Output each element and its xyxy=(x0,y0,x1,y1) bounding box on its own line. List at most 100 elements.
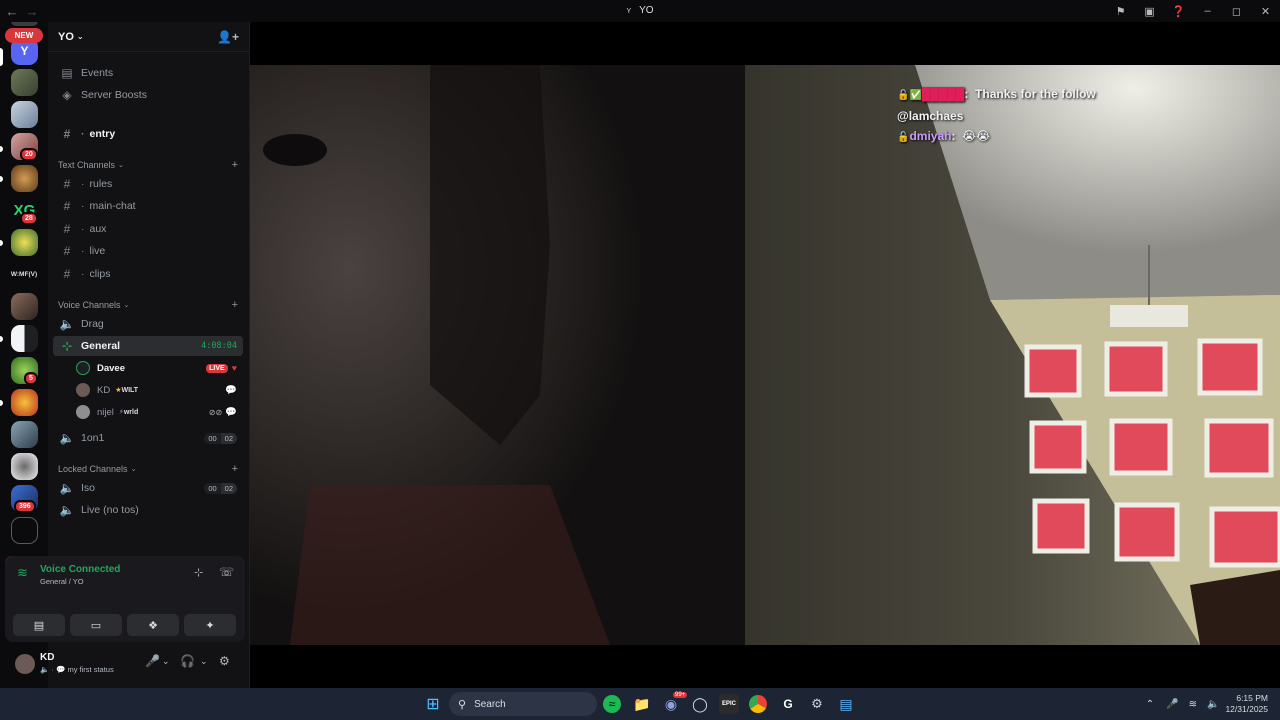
unread-indicator xyxy=(0,400,3,406)
server-icon-7[interactable] xyxy=(11,293,38,320)
channel-entry[interactable]: # · entry xyxy=(53,124,243,144)
disconnect-icon[interactable]: ☏ xyxy=(219,565,234,579)
channel-main-chat[interactable]: # · main-chat xyxy=(53,196,243,216)
noise-suppression-icon[interactable]: ⊹ xyxy=(194,566,203,579)
category-locked-channels[interactable]: Locked Channels ⌄ + xyxy=(58,463,238,475)
muted-icon: ⊘⊘ xyxy=(208,407,223,417)
server-icon-3[interactable] xyxy=(11,101,38,128)
spotify-icon[interactable]: ≈ xyxy=(603,695,621,713)
channel-name: General xyxy=(81,340,121,352)
channel-name: entry xyxy=(89,128,116,140)
server-icon-8[interactable] xyxy=(11,325,38,352)
voice-member-davee[interactable]: Davee LIVE ♥ xyxy=(76,358,243,378)
server-icon-home[interactable] xyxy=(11,22,38,26)
inbox-icon[interactable]: ▣ xyxy=(1135,0,1164,22)
chat-line: @lamchaes xyxy=(897,106,1096,126)
invite-people-icon[interactable]: 👤+ xyxy=(217,30,239,44)
channel-clips[interactable]: # · clips xyxy=(53,264,243,284)
menu-item-events[interactable]: ▤ Events xyxy=(53,63,243,83)
channel-aux[interactable]: # · aux xyxy=(53,219,243,239)
steam-icon[interactable]: ⚙ xyxy=(807,694,827,714)
voice-channel-1on1[interactable]: 🔈 1on1 00 02 xyxy=(53,428,243,448)
camera-toggle-button[interactable]: ▤ xyxy=(13,614,65,636)
add-channel-icon[interactable]: + xyxy=(232,299,238,311)
tray-overflow-chevron-icon[interactable]: ⌃ xyxy=(1146,699,1154,710)
game-launcher-icon[interactable]: ◯ xyxy=(690,694,710,714)
server-header[interactable]: YO ⌄ 👤+ xyxy=(48,22,249,52)
activities-button[interactable]: ❖ xyxy=(127,614,179,636)
voice-location[interactable]: General / YO xyxy=(40,577,84,586)
search-icon: ⚲ xyxy=(458,698,467,711)
live-badge: LIVE xyxy=(206,363,228,373)
close-button[interactable]: ✕ xyxy=(1251,0,1280,22)
user-panel: KD 🔈 · 💬 my first status 🎤 ⌄ 🎧 ⌄ ⚙ xyxy=(5,644,245,684)
notepad-icon[interactable]: ▤ xyxy=(836,694,856,714)
voice-channel-general[interactable]: ⊹ General 4:08:04 xyxy=(53,336,243,356)
voice-connected-panel: ≋ Voice Connected General / YO ⊹ ☏ ▤ ▭ ❖… xyxy=(5,556,245,642)
voice-status[interactable]: Voice Connected xyxy=(40,564,120,575)
channel-live[interactable]: # · live xyxy=(53,241,243,261)
maximize-button[interactable]: ◻ xyxy=(1222,0,1251,22)
voice-channel-live-no-tos[interactable]: 🔈 Live (no tos) xyxy=(53,500,243,520)
server-icon-12[interactable] xyxy=(11,453,38,480)
avatar[interactable] xyxy=(15,654,35,674)
server-icon-14[interactable] xyxy=(11,517,38,544)
soundboard-icon: ✦ xyxy=(205,619,215,632)
windows-start-icon[interactable]: ⊞ xyxy=(423,694,443,714)
soundboard-button[interactable]: ✦ xyxy=(184,614,236,636)
server-icon-2[interactable] xyxy=(11,69,38,96)
stream-video[interactable] xyxy=(250,65,1280,645)
chrome-icon[interactable] xyxy=(749,695,767,713)
epic-games-icon[interactable]: EPIC xyxy=(719,694,739,714)
minimize-button[interactable]: – xyxy=(1193,0,1222,22)
signal-icon: ≋ xyxy=(17,565,28,580)
server-icon-11[interactable] xyxy=(11,421,38,448)
category-text-channels[interactable]: Text Channels ⌄ + xyxy=(58,159,238,171)
network-icon[interactable]: ≋ xyxy=(1189,699,1197,710)
chat-bubble-icon: 💬 xyxy=(56,665,66,674)
chat-mention: @lamchaes xyxy=(897,109,964,123)
taskbar-clock[interactable]: 6:15 PM 12/31/2025 xyxy=(1225,693,1268,715)
chevron-down-icon: ⌄ xyxy=(123,302,130,309)
add-channel-icon[interactable]: + xyxy=(232,159,238,171)
server-icon-10[interactable] xyxy=(11,389,38,416)
search-placeholder: Search xyxy=(474,698,506,710)
help-icon[interactable]: ❓ xyxy=(1164,0,1193,22)
menu-item-server-boosts[interactable]: ◈ Server Boosts xyxy=(53,85,243,105)
clan-tag-label: WILT xyxy=(121,387,139,394)
stream-stage: 🔓✅█████: Thanks for the follow @lamchaes… xyxy=(250,22,1280,688)
voice-member-kd[interactable]: KD ★WILT 💬 xyxy=(76,380,243,400)
screen-share-button[interactable]: ▭ xyxy=(70,614,122,636)
server-icon-5[interactable] xyxy=(11,165,38,192)
user-limit: 02 xyxy=(220,482,237,494)
channel-name: clips xyxy=(89,268,111,280)
custom-status[interactable]: 🔈 · 💬 my first status xyxy=(40,665,114,674)
channel-rules[interactable]: # · rules xyxy=(53,174,243,194)
voice-channel-iso[interactable]: 🔈 Iso 00 02 xyxy=(53,478,243,498)
flag-icon[interactable]: ⚑ xyxy=(1106,0,1135,22)
file-explorer-icon[interactable]: 📁 xyxy=(632,694,652,714)
username[interactable]: KD xyxy=(40,652,54,663)
taskbar-search[interactable]: ⚲ Search xyxy=(449,692,597,716)
headphones-icon[interactable]: 🎧 xyxy=(180,654,195,668)
server-icon-6[interactable] xyxy=(11,229,38,256)
forward-arrow-icon[interactable]: → xyxy=(24,3,40,19)
chevron-down-icon[interactable]: ⌄ xyxy=(162,656,170,667)
settings-gear-icon[interactable]: ⚙ xyxy=(219,654,230,668)
microphone-icon[interactable]: 🎤 xyxy=(145,654,160,668)
add-channel-icon[interactable]: + xyxy=(232,463,238,475)
back-arrow-icon[interactable]: ← xyxy=(4,3,20,19)
chat-line: 🔓✅█████: Thanks for the follow xyxy=(897,87,1096,101)
chevron-down-icon[interactable]: ⌄ xyxy=(200,656,208,667)
g-app-icon[interactable]: G xyxy=(778,694,798,714)
volume-icon[interactable]: 🔈 xyxy=(1207,699,1219,710)
microphone-tray-icon[interactable]: 🎤 xyxy=(1166,699,1178,710)
stream-chat-overlay: 🔓✅█████: Thanks for the follow @lamchaes… xyxy=(897,84,1096,148)
category-voice-channels[interactable]: Voice Channels ⌄ + xyxy=(58,299,238,311)
window-title: Y YO xyxy=(0,5,1280,16)
voice-channel-drag[interactable]: 🔈 Drag xyxy=(53,314,243,334)
dot-separator: · xyxy=(81,245,85,257)
server-icon-wmfv[interactable]: W:MF(V) xyxy=(9,261,39,288)
mention-badge: 5 xyxy=(24,372,38,385)
voice-member-nijel[interactable]: nijel ⚡wrld ⊘⊘ 💬 xyxy=(76,402,243,422)
